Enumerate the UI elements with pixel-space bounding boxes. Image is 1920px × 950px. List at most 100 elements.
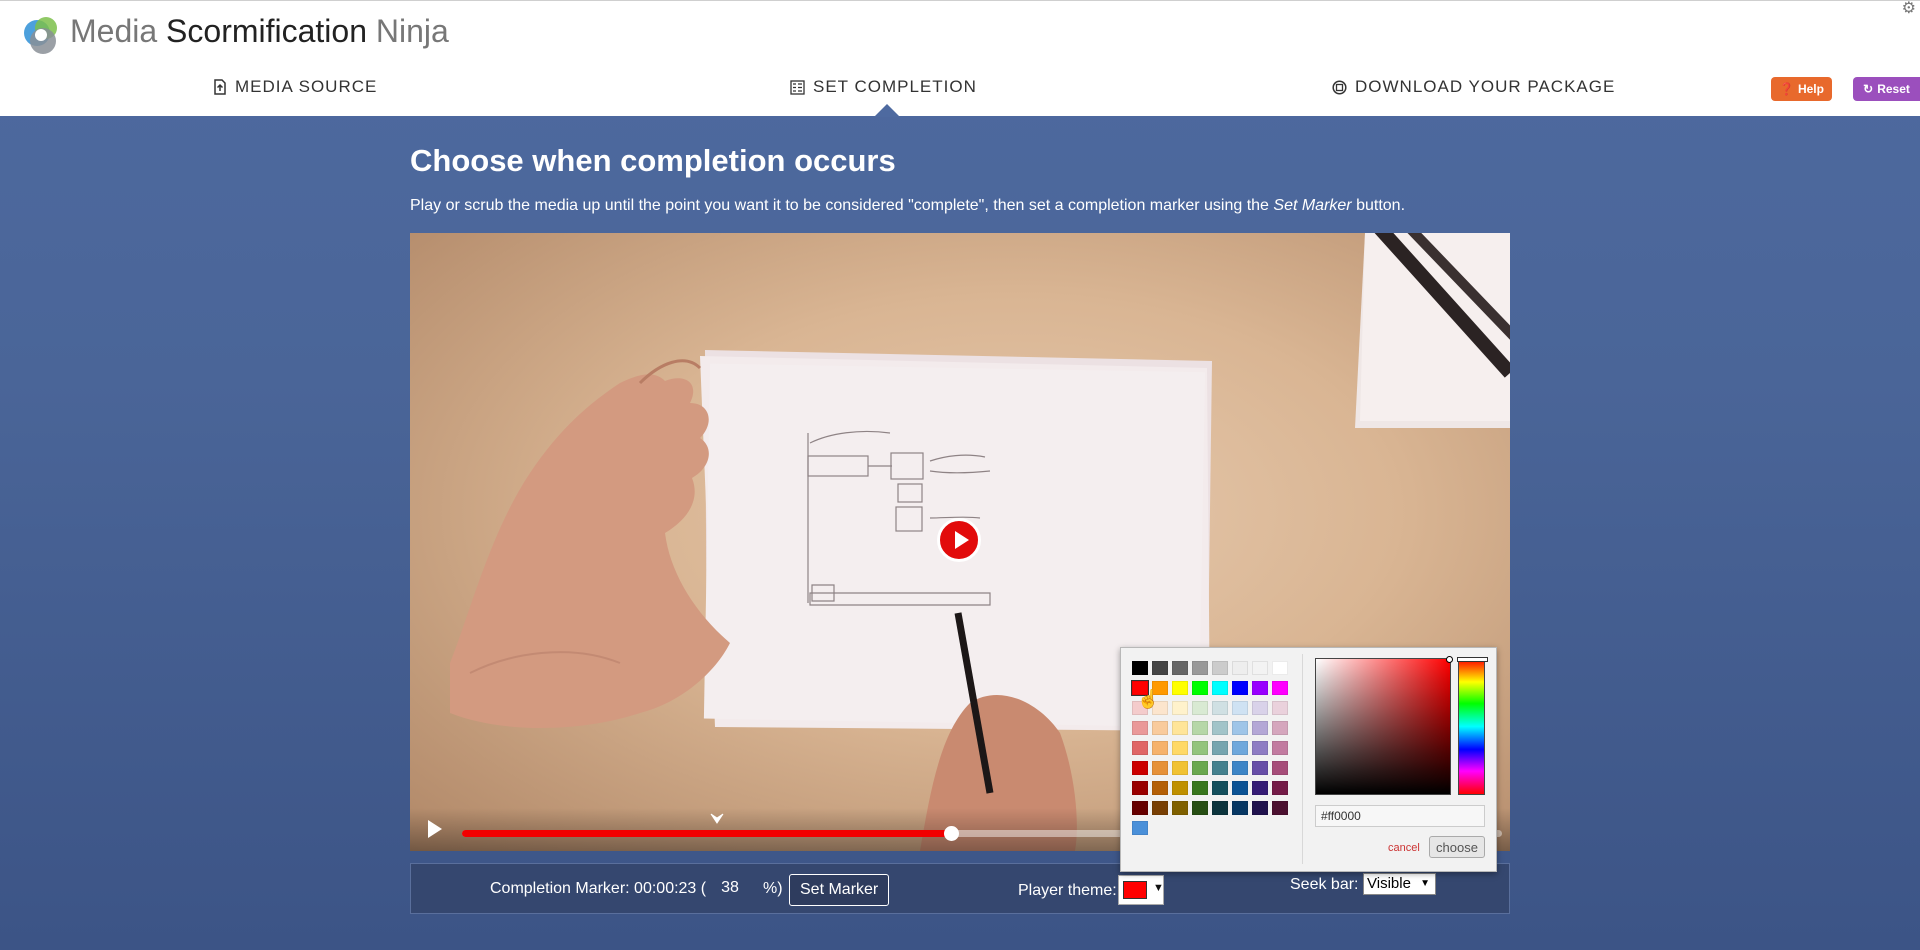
palette-swatch[interactable]: [1172, 701, 1188, 715]
palette-swatch[interactable]: [1172, 681, 1188, 695]
palette-swatch[interactable]: [1132, 821, 1148, 835]
palette-swatch[interactable]: [1192, 701, 1208, 715]
palette-swatch[interactable]: [1172, 721, 1188, 735]
palette-swatch[interactable]: [1232, 761, 1248, 775]
choose-button[interactable]: choose: [1429, 836, 1485, 858]
palette-swatch[interactable]: [1132, 721, 1148, 735]
palette-swatch[interactable]: [1152, 781, 1168, 795]
nav-set-completion[interactable]: SET COMPLETION: [790, 77, 977, 97]
completion-marker-icon[interactable]: [709, 812, 725, 826]
palette-swatch[interactable]: [1252, 721, 1268, 735]
palette-swatch[interactable]: [1152, 661, 1168, 675]
completion-percent-input[interactable]: [712, 875, 748, 901]
refresh-icon: ↻: [1863, 82, 1874, 96]
palette-swatch[interactable]: [1132, 781, 1148, 795]
palette-swatch[interactable]: [1172, 761, 1188, 775]
palette-swatch[interactable]: [1172, 741, 1188, 755]
reset-button[interactable]: ↻ Reset: [1853, 77, 1920, 101]
page-title: Choose when completion occurs: [410, 143, 896, 178]
palette-swatch[interactable]: [1252, 661, 1268, 675]
palette-swatch[interactable]: [1212, 681, 1228, 695]
checklist-icon: [790, 79, 805, 95]
palette-swatch[interactable]: [1212, 721, 1228, 735]
palette-swatch[interactable]: [1232, 741, 1248, 755]
palette-swatch[interactable]: [1192, 781, 1208, 795]
palette-swatch[interactable]: [1132, 741, 1148, 755]
palette-swatch[interactable]: [1272, 761, 1288, 775]
palette-swatch[interactable]: [1192, 761, 1208, 775]
reset-button-label: Reset: [1877, 82, 1910, 96]
palette-swatch[interactable]: [1252, 781, 1268, 795]
palette-swatch[interactable]: [1172, 781, 1188, 795]
palette-swatch[interactable]: [1212, 801, 1228, 815]
hue-slider[interactable]: [1457, 657, 1488, 795]
nav-set-completion-label: SET COMPLETION: [813, 77, 977, 96]
palette-swatch[interactable]: [1212, 741, 1228, 755]
palette-swatch[interactable]: [1132, 801, 1148, 815]
palette-swatch[interactable]: [1272, 701, 1288, 715]
palette-swatch[interactable]: [1172, 661, 1188, 675]
palette-swatch[interactable]: [1132, 761, 1148, 775]
palette-swatch[interactable]: [1152, 761, 1168, 775]
app-title-part-1: Media: [70, 13, 158, 49]
hue-handle[interactable]: [1457, 657, 1488, 662]
palette-swatch[interactable]: [1232, 801, 1248, 815]
palette-swatch[interactable]: [1232, 661, 1248, 675]
palette-swatch[interactable]: [1252, 681, 1268, 695]
palette-swatch[interactable]: [1232, 721, 1248, 735]
palette-swatch[interactable]: [1272, 681, 1288, 695]
palette-swatch[interactable]: [1192, 661, 1208, 675]
palette-swatch[interactable]: [1252, 801, 1268, 815]
completion-marker-label: Completion Marker: 00:00:23 (: [490, 880, 707, 897]
palette-swatch[interactable]: [1272, 741, 1288, 755]
saturation-value-area[interactable]: [1315, 656, 1453, 795]
palette-swatch[interactable]: [1212, 761, 1228, 775]
palette-swatch[interactable]: [1252, 761, 1268, 775]
cancel-link[interactable]: cancel: [1388, 842, 1420, 854]
palette-swatch[interactable]: [1272, 801, 1288, 815]
seek-handle[interactable]: [943, 826, 959, 841]
palette-swatch[interactable]: [1192, 721, 1208, 735]
saturation-handle[interactable]: [1446, 656, 1453, 663]
palette-swatch[interactable]: [1232, 701, 1248, 715]
palette-swatch[interactable]: [1212, 661, 1228, 675]
play-icon[interactable]: [428, 820, 442, 838]
color-picker-popup: cancel choose: [1120, 647, 1497, 872]
palette-swatch[interactable]: [1212, 781, 1228, 795]
palette-swatch[interactable]: [1192, 741, 1208, 755]
palette-row: [1132, 781, 1294, 795]
help-button-label: Help: [1797, 82, 1824, 96]
app-header: Media Scormification Ninja ⚙ MEDIA SOURC…: [0, 0, 1920, 116]
seek-progress: [462, 830, 951, 837]
palette-swatch[interactable]: [1252, 701, 1268, 715]
play-overlay-button[interactable]: [937, 518, 981, 562]
palette-swatch[interactable]: [1212, 701, 1228, 715]
palette-row: [1132, 661, 1294, 675]
nav-media-source[interactable]: MEDIA SOURCE: [213, 77, 377, 97]
palette-swatch[interactable]: [1152, 741, 1168, 755]
palette-swatch[interactable]: [1132, 661, 1148, 675]
palette-swatch[interactable]: [1272, 781, 1288, 795]
palette-swatch[interactable]: [1252, 741, 1268, 755]
palette-swatch[interactable]: [1272, 661, 1288, 675]
set-marker-button[interactable]: Set Marker: [789, 874, 890, 906]
player-theme-label: Player theme:: [1018, 882, 1117, 899]
palette-swatch[interactable]: [1232, 681, 1248, 695]
palette-swatch[interactable]: [1152, 721, 1168, 735]
nav-download-package[interactable]: DOWNLOAD YOUR PACKAGE: [1332, 77, 1615, 97]
palette-row: [1132, 741, 1294, 755]
seek-bar-select-value: Visible: [1367, 875, 1411, 892]
palette-swatch[interactable]: [1192, 801, 1208, 815]
palette-swatch[interactable]: [1272, 721, 1288, 735]
instructions-part-2: button.: [1351, 197, 1406, 214]
gear-icon[interactable]: ⚙: [1902, 1, 1916, 17]
help-button[interactable]: ❓ Help: [1771, 77, 1832, 101]
color-palette: [1131, 661, 1294, 841]
palette-swatch[interactable]: [1192, 681, 1208, 695]
player-theme-select[interactable]: ▼: [1118, 875, 1164, 905]
palette-swatch[interactable]: [1232, 781, 1248, 795]
hex-color-input[interactable]: [1315, 805, 1485, 827]
seek-bar-select[interactable]: Visible ▼: [1363, 873, 1436, 895]
palette-swatch[interactable]: [1152, 801, 1168, 815]
palette-swatch[interactable]: [1172, 801, 1188, 815]
